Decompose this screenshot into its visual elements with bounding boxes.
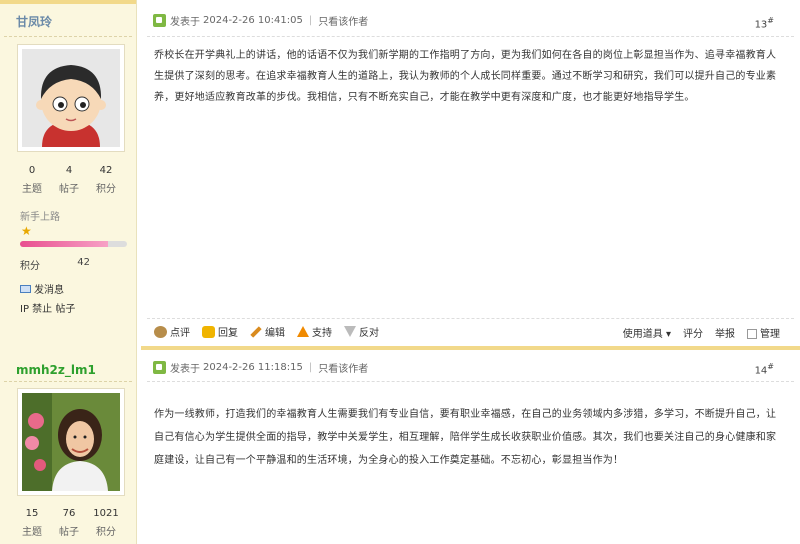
post-header: 发表于 2024-2-26 11:18:15 | 只看该作者 xyxy=(153,360,368,375)
rank-progress-bar xyxy=(20,241,127,247)
post-14: mmh2z_lm1 15 主题 76 帖子 1021 积分 发表于 2024-2… xyxy=(0,350,800,544)
floor-sup: # xyxy=(767,362,774,371)
photo-avatar-image xyxy=(22,393,120,491)
manage-label: 管理 xyxy=(760,329,780,340)
oppose-label: 反对 xyxy=(359,328,379,339)
author-username[interactable]: mmh2z_lm1 xyxy=(16,363,96,377)
stat-label: 积分 xyxy=(96,527,116,538)
rank-progress-fill xyxy=(20,241,108,247)
header-divider: | xyxy=(308,15,313,26)
rate-link[interactable]: 评分 xyxy=(683,325,703,340)
support-label: 支持 xyxy=(312,328,332,339)
support-button[interactable]: 支持 xyxy=(297,324,332,339)
post-actions: 点评 回复 编辑 支持 反对 xyxy=(154,324,379,339)
stat-posts[interactable]: 4 帖子 xyxy=(51,165,87,195)
stat-label: 主题 xyxy=(22,184,42,195)
floor-number[interactable]: 14# xyxy=(755,362,774,376)
author-only-link[interactable]: 只看该作者 xyxy=(318,13,368,28)
stat-label: 主题 xyxy=(22,527,42,538)
edit-button[interactable]: 编辑 xyxy=(250,324,285,339)
post-content: 作为一线教师，打造我们的幸福教育人生需要我们有专业自信，要有职业幸福感，在自己的… xyxy=(154,409,777,466)
stat-posts[interactable]: 76 帖子 xyxy=(51,508,87,538)
edit-icon xyxy=(250,325,262,338)
stat-threads[interactable]: 0 主题 xyxy=(14,165,50,195)
post-main: 发表于 2024-2-26 10:41:05 | 只看该作者 13# 乔校长在开… xyxy=(141,0,800,350)
avatar[interactable] xyxy=(17,44,125,152)
credit-value: 42 xyxy=(77,257,90,268)
send-message-label: 发消息 xyxy=(34,285,64,296)
stat-value: 76 xyxy=(62,508,76,519)
report-link[interactable]: 举报 xyxy=(715,325,735,340)
sidebar-divider xyxy=(4,36,132,37)
post-label: 发表于 xyxy=(170,364,200,375)
comment-button[interactable]: 点评 xyxy=(154,324,190,339)
post-main: 发表于 2024-2-26 11:18:15 | 只看该作者 14# 作为一线教… xyxy=(141,350,800,544)
reply-icon xyxy=(202,325,215,338)
sidebar-divider xyxy=(4,381,132,382)
stat-value: 15 xyxy=(25,508,39,519)
stat-value: 1021 xyxy=(93,508,119,519)
post-time: 2024-2-26 10:41:05 xyxy=(203,15,303,26)
stat-value: 0 xyxy=(28,165,36,176)
edit-label: 编辑 xyxy=(265,328,285,339)
comment-label: 点评 xyxy=(170,328,190,339)
post-icon xyxy=(153,361,166,374)
use-tools-label: 使用道具 xyxy=(622,329,663,340)
post-header: 发表于 2024-2-26 10:41:05 | 只看该作者 xyxy=(153,13,368,28)
post-admin-actions: 使用道具 ▾ 评分 举报 管理 xyxy=(623,325,780,340)
author-sidebar: 甘凤玲 0 主题 4 帖子 42 积分 新手上路 ★ 积分 42 发消息 IP … xyxy=(0,0,137,350)
post-label: 发表于 xyxy=(170,17,200,28)
cartoon-avatar-image xyxy=(22,49,120,147)
manage-toggle[interactable]: 管理 xyxy=(747,325,780,340)
stat-value: 42 xyxy=(99,165,113,176)
floor-sup: # xyxy=(767,16,774,25)
header-divider-line xyxy=(147,36,794,37)
author-sidebar: mmh2z_lm1 15 主题 76 帖子 1021 积分 xyxy=(0,350,137,544)
floor-number[interactable]: 13# xyxy=(755,16,774,30)
thumbs-up-icon xyxy=(297,326,309,337)
ip-ban-links[interactable]: IP 禁止 帖子 xyxy=(20,300,75,315)
post-content: 乔校长在开学典礼上的讲话，他的话语不仅为我们新学期的工作指明了方向，更为我们如何… xyxy=(154,50,777,103)
post-time: 2024-2-26 11:18:15 xyxy=(203,362,303,373)
comment-icon xyxy=(154,325,167,338)
send-message-link[interactable]: 发消息 xyxy=(20,281,64,296)
stat-label: 帖子 xyxy=(59,184,79,195)
floor-num: 14 xyxy=(754,365,768,377)
reply-label: 回复 xyxy=(218,328,238,339)
stat-threads[interactable]: 15 主题 xyxy=(14,508,50,538)
oppose-button[interactable]: 反对 xyxy=(344,324,379,339)
author-stats: 0 主题 4 帖子 42 积分 xyxy=(14,165,124,195)
stat-label: 积分 xyxy=(96,184,116,195)
author-only-link[interactable]: 只看该作者 xyxy=(318,360,368,375)
user-rank[interactable]: 新手上路 xyxy=(20,208,60,223)
author-stats: 15 主题 76 帖子 1021 积分 xyxy=(14,508,124,538)
stat-credits[interactable]: 1021 积分 xyxy=(88,508,124,538)
post-icon xyxy=(153,14,166,27)
manage-checkbox[interactable] xyxy=(747,329,757,339)
thumbs-down-icon xyxy=(344,326,356,337)
header-divider: | xyxy=(308,362,313,373)
header-divider-line xyxy=(147,381,794,382)
chevron-down-icon: ▾ xyxy=(665,329,671,340)
sidebar-top-bar xyxy=(0,0,136,4)
post-13: 甘凤玲 0 主题 4 帖子 42 积分 新手上路 ★ 积分 42 发消息 IP … xyxy=(0,0,800,350)
stat-credits[interactable]: 42 积分 xyxy=(88,165,124,195)
star-icon: ★ xyxy=(21,224,32,238)
floor-num: 13 xyxy=(754,19,768,31)
mail-icon xyxy=(20,284,31,293)
stat-label: 帖子 xyxy=(59,527,79,538)
avatar[interactable] xyxy=(17,388,125,496)
reply-button[interactable]: 回复 xyxy=(202,324,238,339)
use-tools-menu[interactable]: 使用道具 ▾ xyxy=(623,325,671,340)
credit-label: 积分 xyxy=(20,261,40,272)
credit-row: 积分 42 xyxy=(20,257,90,272)
footer-divider-line xyxy=(147,318,794,319)
stat-value: 4 xyxy=(65,165,73,176)
author-username[interactable]: 甘凤玲 xyxy=(16,13,52,30)
